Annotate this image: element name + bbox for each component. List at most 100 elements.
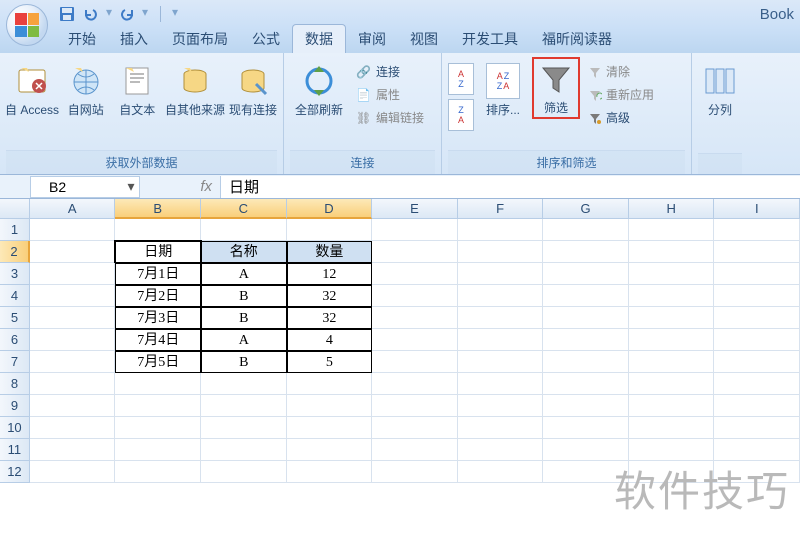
cell-C2[interactable]: 名称: [201, 241, 287, 263]
cell-A3[interactable]: [30, 263, 116, 285]
cell-I2[interactable]: [714, 241, 800, 263]
cell-A12[interactable]: [30, 461, 116, 483]
cell-F1[interactable]: [458, 219, 544, 241]
cell-F11[interactable]: [458, 439, 544, 461]
tab-dev[interactable]: 开发工具: [450, 25, 530, 53]
cell-H4[interactable]: [629, 285, 715, 307]
tab-review[interactable]: 审阅: [346, 25, 398, 53]
tab-view[interactable]: 视图: [398, 25, 450, 53]
cell-H2[interactable]: [629, 241, 715, 263]
cell-E2[interactable]: [372, 241, 458, 263]
cell-B3[interactable]: 7月1日: [115, 263, 201, 285]
cell-F3[interactable]: [458, 263, 544, 285]
cell-H6[interactable]: [629, 329, 715, 351]
cell-G4[interactable]: [543, 285, 629, 307]
cell-B1[interactable]: [115, 219, 201, 241]
cell-E7[interactable]: [372, 351, 458, 373]
cell-E5[interactable]: [372, 307, 458, 329]
cell-E1[interactable]: [372, 219, 458, 241]
row-header-6[interactable]: 6: [0, 329, 30, 351]
cell-E12[interactable]: [372, 461, 458, 483]
cell-H9[interactable]: [629, 395, 715, 417]
cell-H8[interactable]: [629, 373, 715, 395]
cell-C11[interactable]: [201, 439, 287, 461]
office-button[interactable]: [6, 4, 48, 46]
cell-H7[interactable]: [629, 351, 715, 373]
cell-I9[interactable]: [714, 395, 800, 417]
cell-B7[interactable]: 7月5日: [115, 351, 201, 373]
cell-G8[interactable]: [543, 373, 629, 395]
col-header-G[interactable]: G: [543, 199, 629, 219]
sort-asc-button[interactable]: AZ: [448, 63, 474, 95]
cell-A9[interactable]: [30, 395, 116, 417]
cell-B9[interactable]: [115, 395, 201, 417]
refresh-all-button[interactable]: 全部刷新: [290, 57, 348, 117]
cell-G6[interactable]: [543, 329, 629, 351]
fx-icon[interactable]: fx: [200, 178, 212, 195]
cell-C8[interactable]: [201, 373, 287, 395]
col-header-E[interactable]: E: [372, 199, 458, 219]
cell-B10[interactable]: [115, 417, 201, 439]
chevron-down-icon[interactable]: ▾: [123, 178, 139, 195]
cell-E3[interactable]: [372, 263, 458, 285]
cell-G7[interactable]: [543, 351, 629, 373]
formula-input[interactable]: 日期: [220, 176, 800, 198]
cell-H5[interactable]: [629, 307, 715, 329]
cell-D2[interactable]: 数量: [287, 241, 373, 263]
cell-H11[interactable]: [629, 439, 715, 461]
cell-D10[interactable]: [287, 417, 373, 439]
cell-F12[interactable]: [458, 461, 544, 483]
row-header-10[interactable]: 10: [0, 417, 30, 439]
cell-A8[interactable]: [30, 373, 116, 395]
cell-G5[interactable]: [543, 307, 629, 329]
cell-I4[interactable]: [714, 285, 800, 307]
cell-C1[interactable]: [201, 219, 287, 241]
cell-A4[interactable]: [30, 285, 116, 307]
cell-I12[interactable]: [714, 461, 800, 483]
col-header-D[interactable]: D: [287, 199, 373, 219]
cell-F9[interactable]: [458, 395, 544, 417]
cell-H12[interactable]: [629, 461, 715, 483]
cell-D8[interactable]: [287, 373, 373, 395]
row-header-1[interactable]: 1: [0, 219, 30, 241]
cell-A5[interactable]: [30, 307, 116, 329]
cell-D3[interactable]: 12: [287, 263, 373, 285]
cell-A11[interactable]: [30, 439, 116, 461]
cell-D11[interactable]: [287, 439, 373, 461]
cell-G1[interactable]: [543, 219, 629, 241]
cell-F8[interactable]: [458, 373, 544, 395]
cell-I6[interactable]: [714, 329, 800, 351]
cell-B2[interactable]: 日期: [115, 241, 201, 263]
col-header-C[interactable]: C: [201, 199, 287, 219]
row-header-11[interactable]: 11: [0, 439, 30, 461]
cell-G10[interactable]: [543, 417, 629, 439]
cell-D7[interactable]: 5: [287, 351, 373, 373]
row-header-9[interactable]: 9: [0, 395, 30, 417]
from-web-button[interactable]: 自网站: [62, 57, 109, 117]
tab-layout[interactable]: 页面布局: [160, 25, 240, 53]
cell-A7[interactable]: [30, 351, 116, 373]
col-header-I[interactable]: I: [714, 199, 800, 219]
cell-I11[interactable]: [714, 439, 800, 461]
cell-G9[interactable]: [543, 395, 629, 417]
row-header-3[interactable]: 3: [0, 263, 30, 285]
cell-G12[interactable]: [543, 461, 629, 483]
filter-button[interactable]: 筛选: [532, 57, 580, 119]
cell-E6[interactable]: [372, 329, 458, 351]
sort-desc-button[interactable]: ZA: [448, 99, 474, 131]
select-all-corner[interactable]: [0, 199, 30, 219]
from-other-button[interactable]: 自其他来源: [165, 57, 225, 117]
save-icon[interactable]: [58, 5, 76, 23]
cell-E11[interactable]: [372, 439, 458, 461]
cell-D12[interactable]: [287, 461, 373, 483]
cell-H10[interactable]: [629, 417, 715, 439]
cell-I3[interactable]: [714, 263, 800, 285]
cell-B8[interactable]: [115, 373, 201, 395]
cell-C10[interactable]: [201, 417, 287, 439]
row-header-12[interactable]: 12: [0, 461, 30, 483]
cell-H3[interactable]: [629, 263, 715, 285]
col-header-H[interactable]: H: [629, 199, 715, 219]
cell-C6[interactable]: A: [201, 329, 287, 351]
cell-C5[interactable]: B: [201, 307, 287, 329]
cell-F4[interactable]: [458, 285, 544, 307]
